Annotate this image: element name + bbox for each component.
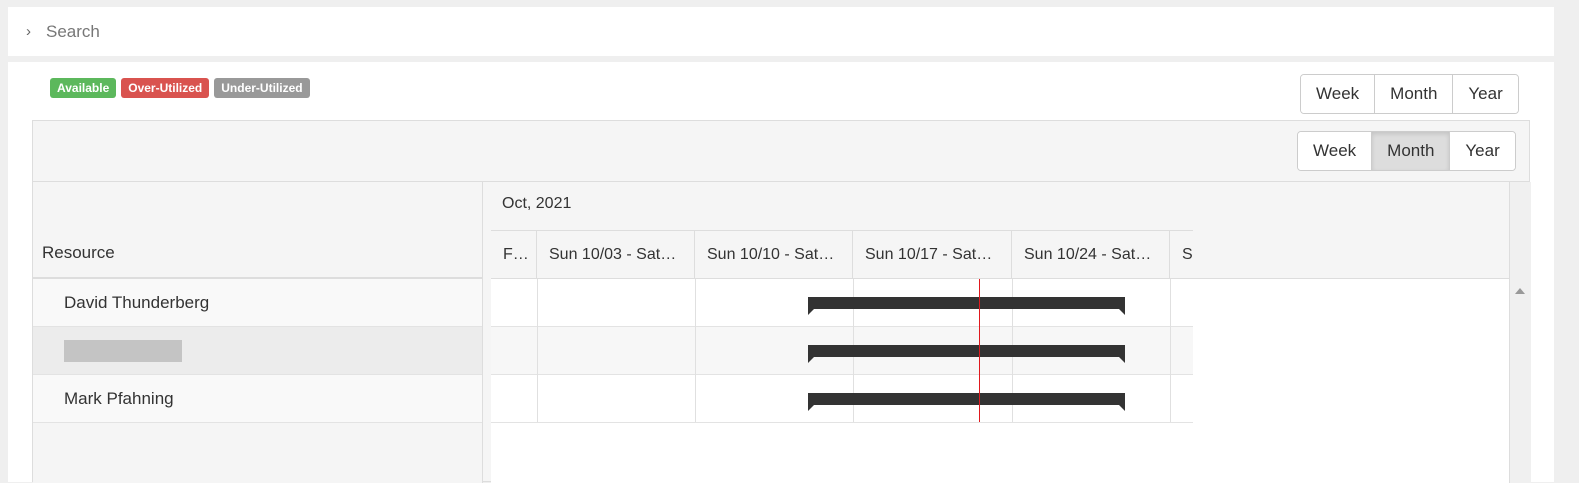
month-label: Oct, 2021 <box>502 195 572 212</box>
scheduler-year-button[interactable]: Year <box>1449 132 1515 170</box>
week-column-header: Sun 10/10 - Sat… <box>695 231 853 278</box>
scheduler: Week Month Year Resource David Thunderbe… <box>32 120 1531 483</box>
assignment-bar[interactable] <box>808 297 1125 315</box>
week-column-header: Sun 10/03 - Sat… <box>537 231 695 278</box>
week-gridline <box>1170 279 1171 422</box>
scheduler-week-button[interactable]: Week <box>1298 132 1372 170</box>
week-column-header: Sun 10/17 - Sat… <box>853 231 1012 278</box>
scheduler-month-button[interactable]: Month <box>1371 132 1450 170</box>
week-gridline <box>695 279 696 422</box>
chevron-right-icon[interactable]: › <box>26 23 36 40</box>
search-label: Search <box>46 21 100 41</box>
resource-header: Resource <box>33 182 482 279</box>
top-week-button[interactable]: Week <box>1301 75 1375 113</box>
resource-pane: Resource David Thunderberg Mark Pfahning <box>33 182 483 483</box>
week-column-header: F… <box>491 231 537 278</box>
resource-row[interactable]: David Thunderberg <box>33 279 482 327</box>
search-bar[interactable]: › Search <box>8 7 1554 56</box>
resource-name: Mark Pfahning <box>64 388 174 408</box>
resource-name: David Thunderberg <box>64 292 210 312</box>
week-column-header: S <box>1182 246 1193 263</box>
timeline-pane: Oct, 2021 F… Sun 10/03 - Sat… Sun 10/10 … <box>491 182 1531 483</box>
main-panel: Available Over-Utilized Under-Utilized W… <box>8 62 1554 483</box>
week-gridline <box>537 279 538 422</box>
scroll-up-arrow-icon[interactable] <box>1515 288 1525 294</box>
redacted-name <box>64 339 182 362</box>
legend: Available Over-Utilized Under-Utilized <box>50 78 310 98</box>
assignment-bar[interactable] <box>808 393 1125 411</box>
badge-available: Available <box>50 78 117 98</box>
week-column-header: Sun 10/24 - Sat… <box>1012 231 1170 278</box>
today-marker <box>979 279 980 422</box>
timeline-header: Oct, 2021 F… Sun 10/03 - Sat… Sun 10/10 … <box>491 182 1511 279</box>
top-month-button[interactable]: Month <box>1374 75 1453 113</box>
scheduler-toolbar: Week Month Year <box>33 121 1529 182</box>
resource-row[interactable]: Mark Pfahning <box>33 375 482 423</box>
assignment-bar[interactable] <box>808 345 1125 363</box>
top-year-button[interactable]: Year <box>1452 75 1518 113</box>
resource-row[interactable] <box>33 327 482 375</box>
top-view-switcher: Week Month Year <box>1300 74 1519 114</box>
scheduler-view-switcher: Week Month Year <box>1297 131 1516 171</box>
vertical-scrollbar[interactable] <box>1509 182 1531 483</box>
badge-over-utilized: Over-Utilized <box>121 78 210 98</box>
badge-under-utilized: Under-Utilized <box>214 78 310 98</box>
